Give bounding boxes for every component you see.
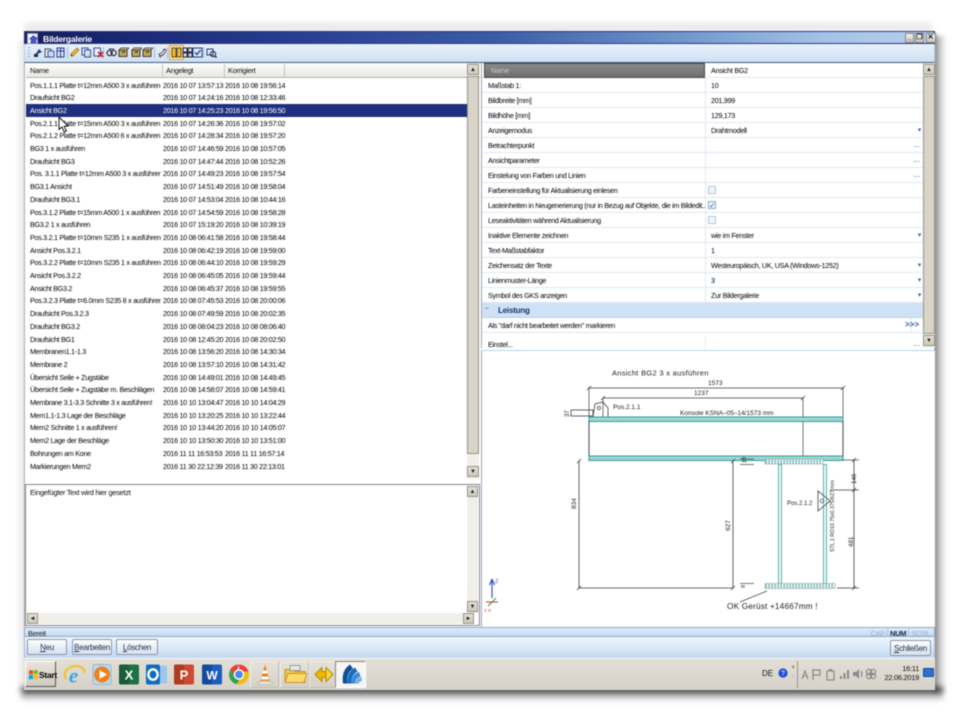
svg-text:Y X: Y X — [484, 608, 491, 613]
svg-text:481: 481 — [848, 536, 855, 547]
svg-text:834: 834 — [571, 498, 578, 509]
svg-text:627: 627 — [725, 520, 732, 531]
svg-text:P: P — [180, 668, 189, 683]
svg-text:Z: Z — [495, 579, 499, 585]
svg-text:37: 37 — [565, 410, 571, 417]
svg-text:Pos.2.1.1: Pos.2.1.1 — [613, 404, 641, 411]
svg-text:Ansicht BG2 3 x ausführen: Ansicht BG2 3 x ausführen — [612, 369, 709, 378]
svg-text:W: W — [206, 669, 218, 683]
svg-text:STL.1 RO10.75x0.375/627 mm: STL.1 RO10.75x0.375/627 mm — [830, 480, 836, 552]
svg-text:X: X — [125, 668, 134, 683]
svg-text:?: ? — [781, 671, 785, 678]
svg-text:1237: 1237 — [694, 390, 709, 397]
svg-text:19: 19 — [742, 457, 748, 463]
svg-text:9: 9 — [741, 585, 747, 588]
svg-text:OK Gerüst +14667mm !: OK Gerüst +14667mm ! — [727, 602, 818, 611]
svg-text:Pos.2.1.2: Pos.2.1.2 — [787, 501, 813, 507]
svg-text:146: 146 — [851, 473, 858, 484]
svg-text:Konsole KSNA–05–14/1573 mm: Konsole KSNA–05–14/1573 mm — [680, 410, 774, 417]
svg-text:1573: 1573 — [708, 380, 723, 387]
